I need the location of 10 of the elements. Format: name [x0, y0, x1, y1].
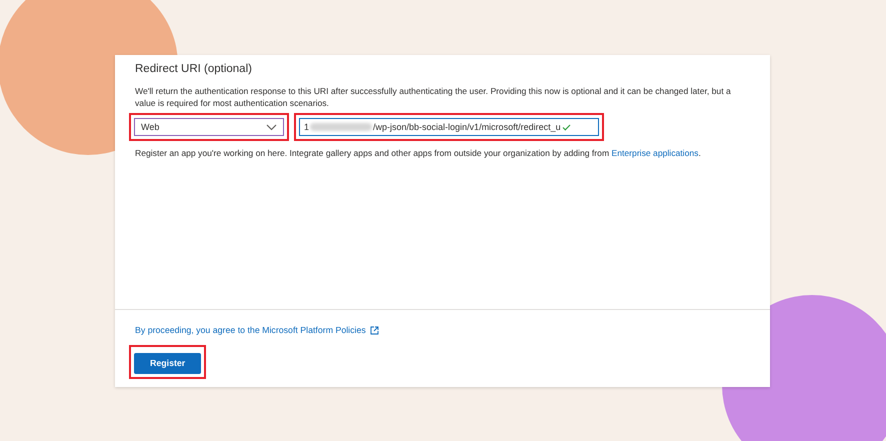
section-description: We'll return the authentication response to this URI after successfully authenticating the user. Providing this now is optional and it can be changed later, but a value is required for most authentication scenarios. [135, 85, 732, 110]
enterprise-applications-link[interactable]: Enterprise applications [612, 148, 698, 158]
section-title: Redirect URI (optional) [135, 62, 253, 77]
helper-text: Register an app you're working on here. Integrate gallery apps and other apps from outside your organization by adding from Enterprise applications. [135, 147, 702, 160]
redirect-uri-field[interactable]: 1 /wp-json/bb-social-login/v1/microsoft/redirect_u [299, 118, 599, 136]
policy-link[interactable]: By proceeding, you agree to the Microsoft Platform Policies [135, 324, 366, 337]
platform-select[interactable]: Web [134, 118, 284, 136]
external-link-icon [370, 326, 379, 335]
register-button[interactable]: Register [134, 352, 202, 374]
chevron-down-icon [266, 124, 277, 131]
